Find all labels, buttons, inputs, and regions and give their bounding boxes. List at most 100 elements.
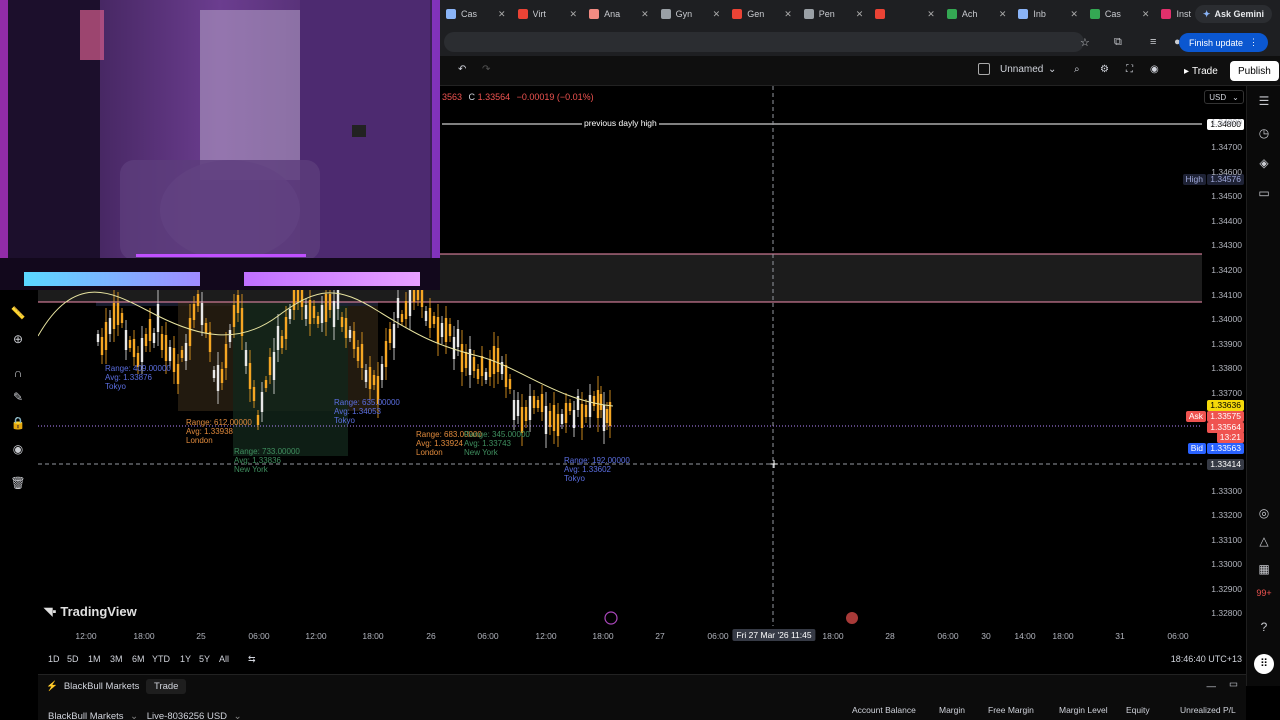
timeframe-button[interactable]: YTD	[152, 654, 170, 664]
layout-name[interactable]: Unnamed	[1000, 64, 1043, 75]
candle-body	[152, 333, 156, 343]
time-axis[interactable]: Fri 27 Mar '26 11:45 12:00 18:00 25 06:00 12…	[38, 628, 1246, 644]
timeframe-button[interactable]: All	[219, 654, 229, 664]
trash-icon[interactable]: 🗑	[10, 476, 26, 492]
panel-trade-button[interactable]: Trade	[146, 679, 187, 694]
time-tick-label: 18:00	[1052, 631, 1074, 641]
notifications-icon[interactable]: 99+	[1256, 588, 1272, 604]
time-tick-label: 18:00	[133, 631, 155, 641]
browser-tab[interactable]: Pen ✕	[798, 3, 870, 25]
publish-button[interactable]: Publish	[1230, 61, 1279, 81]
close-tab-icon[interactable]: ✕	[784, 9, 792, 20]
ruler-icon[interactable]: 📏	[10, 306, 26, 322]
timeframe-button[interactable]: 3M	[110, 654, 123, 664]
close-tab-icon[interactable]: ✕	[498, 9, 506, 20]
settings-gear-icon[interactable]: ⚙	[1100, 64, 1109, 75]
apps-grid-icon[interactable]: ⠿	[1254, 654, 1274, 674]
price-tick-label: 1.33300	[1211, 486, 1242, 496]
close-tab-icon[interactable]: ✕	[713, 9, 721, 20]
ask-label-tag: Ask	[1185, 411, 1206, 422]
timeframe-button[interactable]: 1D	[48, 654, 60, 664]
browser-tab[interactable]: Cas ✕	[440, 3, 512, 25]
price-tick-label: 1.34500	[1211, 191, 1242, 201]
candle-body	[452, 337, 456, 359]
browser-tab[interactable]: Inb ✕	[1012, 3, 1084, 25]
close-tab-icon[interactable]: ✕	[1070, 9, 1078, 20]
timeframe-button[interactable]: 6M	[132, 654, 145, 664]
maximize-icon[interactable]: ▭	[1229, 679, 1238, 690]
bar-countdown-tag: 13:21	[1216, 432, 1244, 443]
close-tab-icon[interactable]: ✕	[999, 9, 1007, 20]
layers-icon[interactable]: ◈	[1256, 156, 1272, 172]
time-tick-label: 12:00	[305, 631, 327, 641]
browser-tab[interactable]: ✕	[869, 3, 941, 25]
chat-icon[interactable]: ▭	[1256, 186, 1272, 202]
help-icon[interactable]: ?	[1256, 620, 1272, 636]
candle-body	[536, 400, 540, 408]
lock-icon[interactable]: 🔒	[10, 416, 26, 432]
tab-favicon-icon	[946, 9, 957, 19]
candle-body	[272, 352, 276, 380]
chevron-down-icon[interactable]: ⌄	[1048, 64, 1056, 75]
session-range: Range: 733.00000	[234, 447, 300, 456]
trade-button[interactable]: ▸ Trade	[1176, 61, 1226, 81]
redo-icon[interactable]: ↷	[482, 64, 490, 75]
timeframe-button[interactable]: 1M	[88, 654, 101, 664]
time-tick-label: 27	[655, 631, 665, 641]
target-icon[interactable]: ◎	[1256, 506, 1272, 522]
search-icon[interactable]: ⌕	[1074, 64, 1080, 75]
browser-tab[interactable]: Ana ✕	[583, 3, 655, 25]
ask-gemini-button[interactable]: ✦ Ask Gemini	[1194, 5, 1272, 23]
candle-body	[348, 330, 352, 338]
close-tab-icon[interactable]: ✕	[856, 9, 864, 20]
eye-icon[interactable]: ◉	[10, 442, 26, 458]
screenshot-icon[interactable]: ⧉	[1114, 36, 1122, 49]
account-selector[interactable]: BlackBull Markets ⌄ Live-8036256 USD ⌄	[48, 711, 242, 720]
finish-update-button[interactable]: Finish update ⋮	[1178, 33, 1268, 52]
menu-lines-icon[interactable]: ≡	[1150, 36, 1156, 48]
timeframe-button[interactable]: 1Y	[180, 654, 191, 664]
calendar-icon[interactable]: ▦	[1256, 562, 1272, 578]
browser-tab[interactable]: Cas ✕	[1084, 3, 1156, 25]
minimize-icon[interactable]: —	[1207, 681, 1217, 692]
account-metric-label: Margin	[939, 705, 965, 715]
layout-icon[interactable]	[978, 63, 990, 75]
price-scale[interactable]: 1.34800 High 1.34576 1.33636 Ask 1.33575…	[1182, 86, 1246, 626]
alerts-clock-icon[interactable]: ◷	[1256, 126, 1272, 142]
timeframe-button[interactable]: 5Y	[199, 654, 210, 664]
price-tick-label: 1.32900	[1211, 584, 1242, 594]
account-id: Live-8036256 USD	[146, 711, 228, 720]
undo-icon[interactable]: ↶	[458, 64, 466, 75]
candle-body	[160, 334, 164, 350]
time-tick-label: 18:00	[362, 631, 384, 641]
price-tick-label: 1.34400	[1211, 216, 1242, 226]
candle-body	[602, 405, 606, 431]
zoom-in-icon[interactable]: ⊕	[10, 332, 26, 348]
broker-logo-icon: ⚡	[46, 681, 58, 692]
close-tab-icon[interactable]: ✕	[570, 9, 578, 20]
browser-tab[interactable]: Gyn ✕	[655, 3, 727, 25]
watchlist-icon[interactable]: ☰	[1256, 94, 1272, 110]
timeframe-button[interactable]: 5D	[67, 654, 79, 664]
time-tick-label: 30	[981, 631, 991, 641]
browser-tab[interactable]: Gen ✕	[726, 3, 798, 25]
browser-tab[interactable]: Ach ✕	[941, 3, 1013, 25]
camera-icon[interactable]: ◉	[1150, 64, 1159, 75]
omnibox[interactable]	[444, 32, 1084, 52]
date-range-icon[interactable]: ⇆	[248, 654, 256, 665]
magnet-icon[interactable]: ∩	[10, 366, 26, 382]
triangle-icon[interactable]: △	[1256, 534, 1272, 550]
price-tick-label: 1.34100	[1211, 290, 1242, 300]
close-tab-icon[interactable]: ✕	[1142, 9, 1150, 20]
fullscreen-icon[interactable]: ⛶	[1126, 64, 1133, 75]
close-tab-icon[interactable]: ✕	[641, 9, 649, 20]
browser-tab[interactable]: Virt ✕	[512, 3, 584, 25]
candle-body	[356, 347, 360, 361]
close-tab-icon[interactable]: ✕	[927, 9, 935, 20]
candle-body	[264, 380, 268, 388]
bookmark-star-icon[interactable]: ☆	[1080, 36, 1090, 49]
pencil-lock-icon[interactable]: ✎	[10, 390, 26, 406]
drawing-toolbar: 📏 ⊕ ∩ ✎ 🔒 ◉ 🗑	[0, 290, 36, 630]
tab-favicon-icon	[517, 9, 528, 19]
utc-clock[interactable]: 18:46:40 UTC+13	[1171, 654, 1242, 664]
